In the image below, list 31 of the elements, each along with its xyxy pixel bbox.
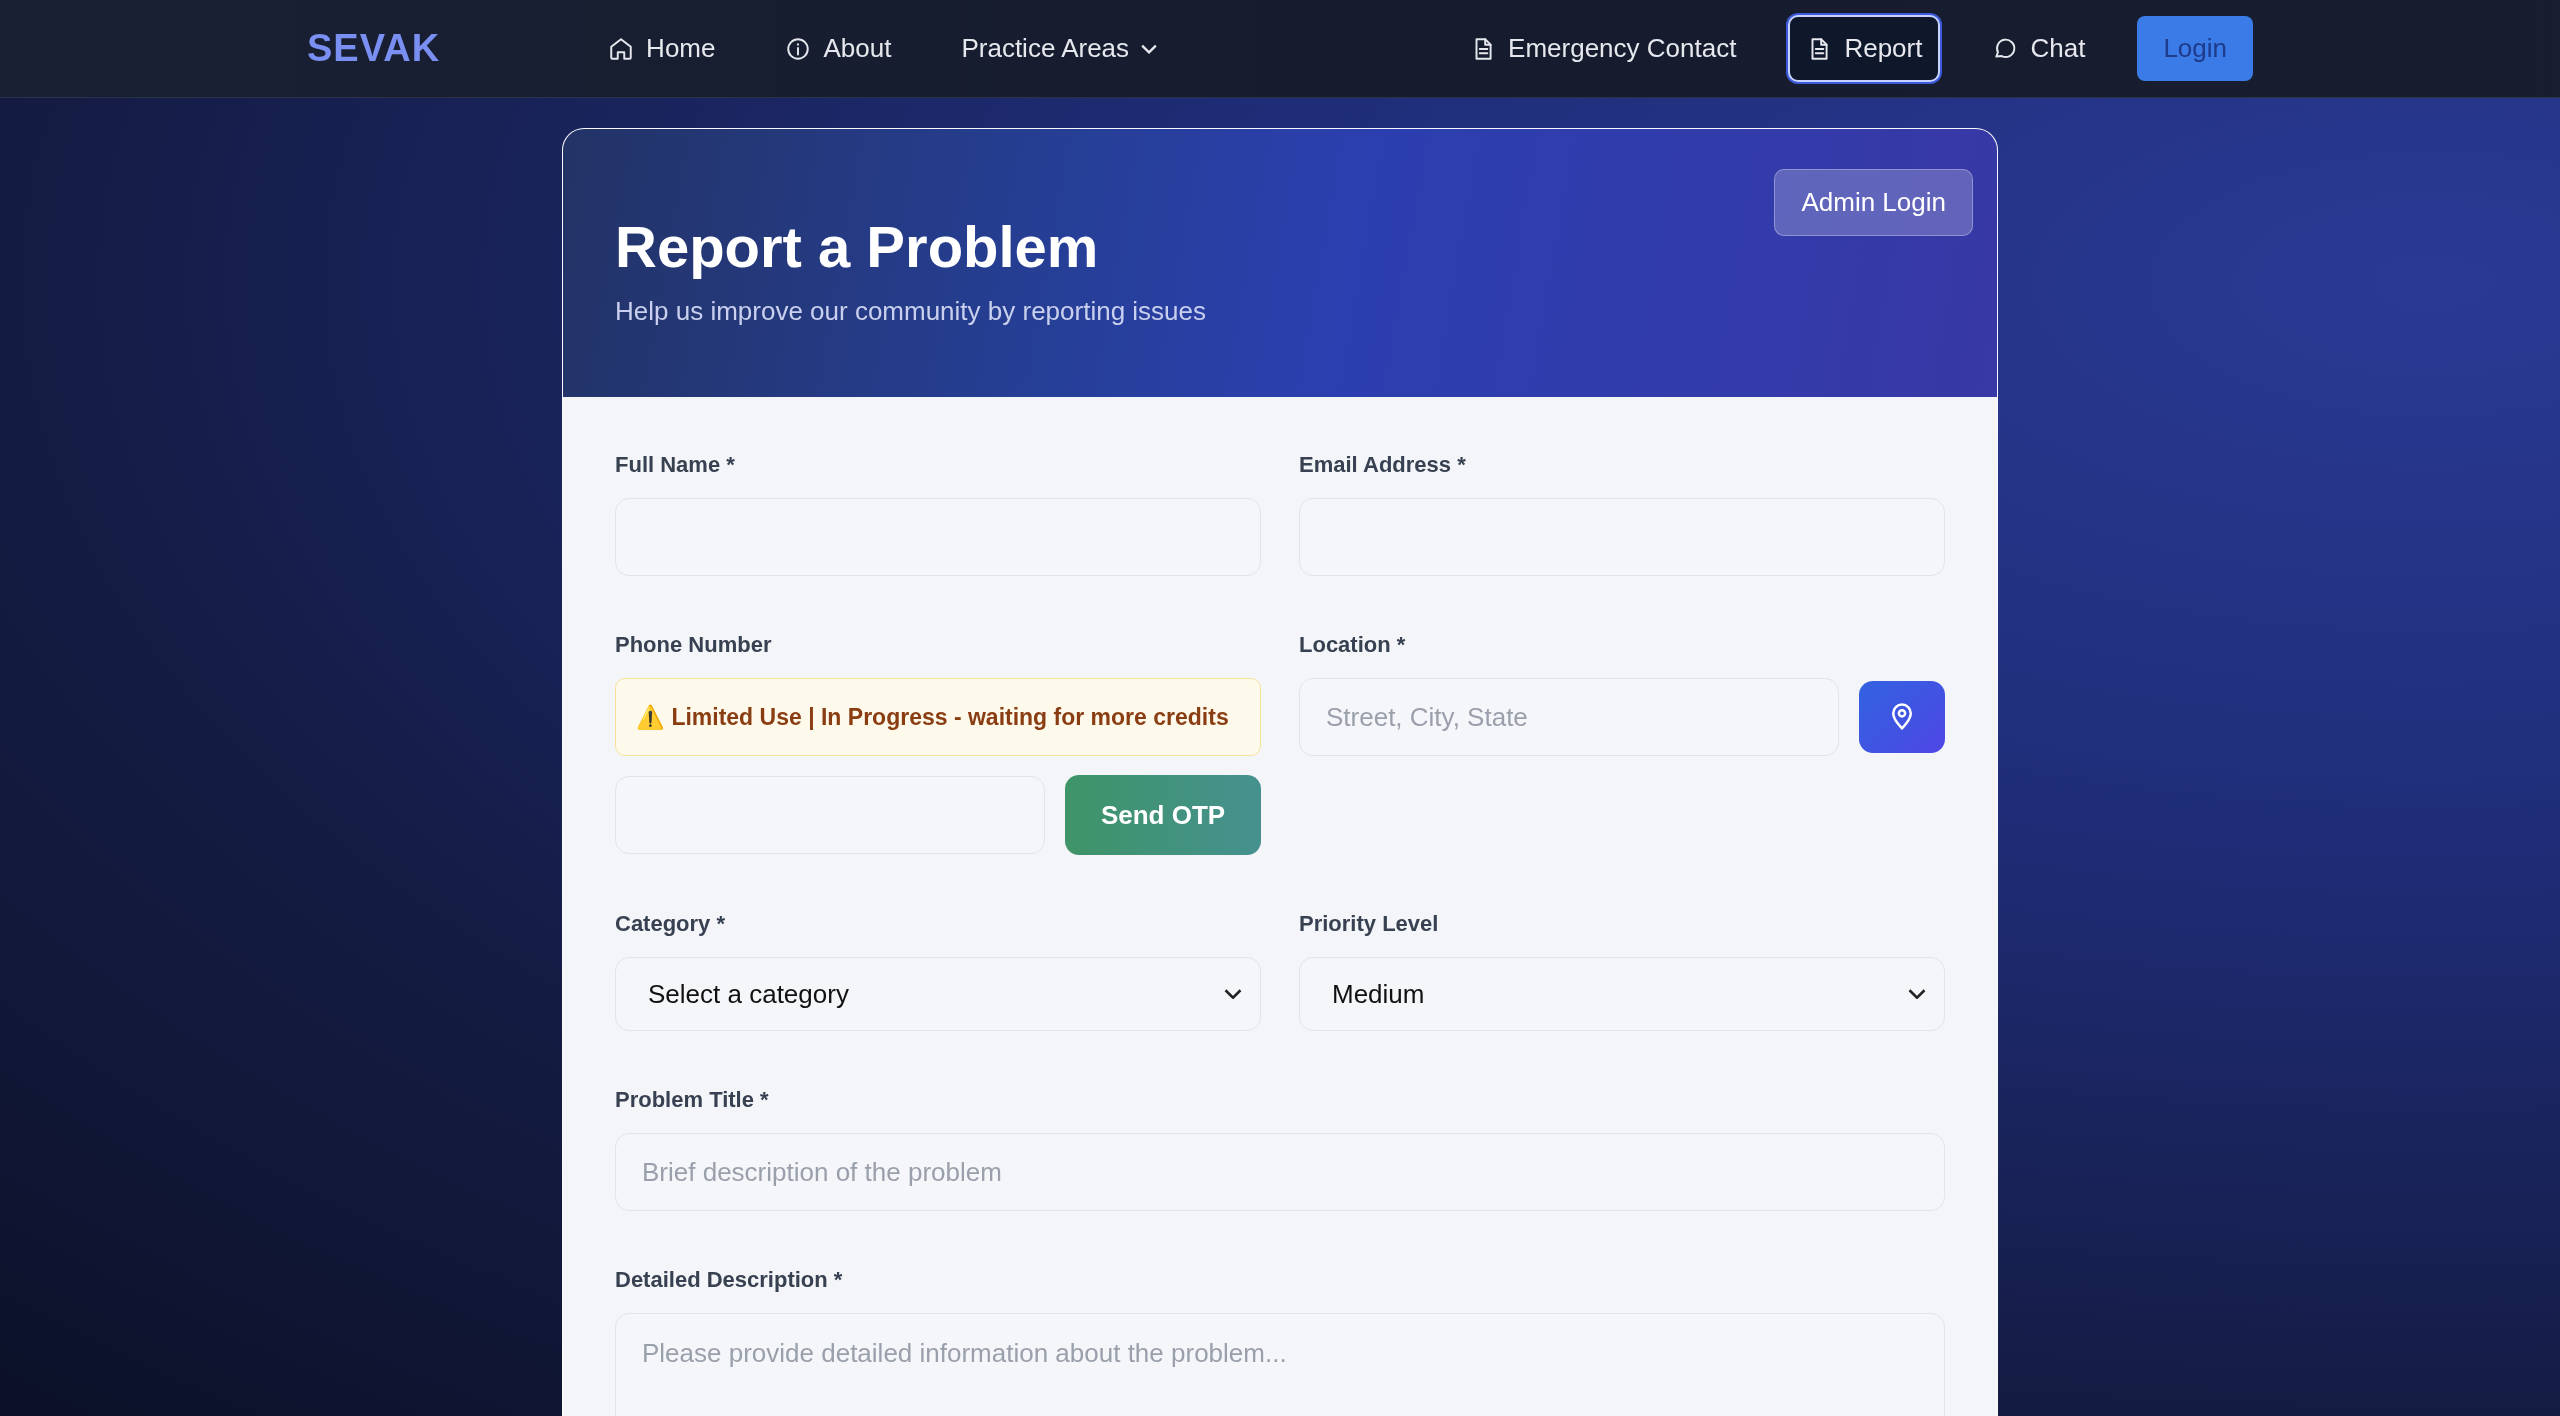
- nav-link[interactable]: Report: [1788, 15, 1941, 82]
- field-label: Detailed Description *: [615, 1267, 844, 1293]
- page-subtitle: Help us improve our community by reporting issues: [615, 296, 1208, 327]
- info-icon: [785, 35, 812, 62]
- input-field[interactable]: Brief description of the problem: [615, 1133, 1945, 1211]
- locate-button[interactable]: [1859, 681, 1945, 753]
- field-label: Problem Title *: [615, 1087, 770, 1113]
- location-field[interactable]: Street, City, State: [1299, 678, 1839, 756]
- chevron-down-icon: [1224, 989, 1242, 999]
- nav-link[interactable]: About: [767, 15, 910, 82]
- page-title: Report a Problem: [615, 213, 1100, 280]
- field-label: Full Name *: [615, 452, 736, 478]
- send-otp-button[interactable]: Send OTP: [1065, 775, 1261, 855]
- field-label: Email Address *: [1299, 452, 1467, 478]
- dropdown-field[interactable]: Medium: [1299, 957, 1945, 1031]
- home-icon: [608, 35, 635, 62]
- field-label: Phone Number: [615, 632, 773, 658]
- nav-link[interactable]: Emergency Contact: [1452, 15, 1755, 82]
- field-label: Category *: [615, 911, 727, 937]
- description-field[interactable]: Please provide detailed information about the problem...: [615, 1313, 1945, 1416]
- dropdown-field[interactable]: Select a category: [615, 957, 1261, 1031]
- field-label: Priority Level: [1299, 911, 1440, 937]
- nav-link[interactable]: Practice Areas: [943, 15, 1176, 82]
- admin-login-button[interactable]: Admin Login: [1774, 169, 1973, 236]
- nav-link[interactable]: Chat: [1974, 15, 2104, 82]
- warning-notice: ⚠ Limited Use | In Progress - waiting for more credits: [615, 678, 1261, 756]
- chevron-down-icon: [1908, 989, 1926, 999]
- nav-link[interactable]: Home: [590, 15, 734, 82]
- chevron-down-icon: [1141, 43, 1158, 54]
- field-label: Location *: [1299, 632, 1407, 658]
- logo[interactable]: SEVAK: [307, 27, 441, 70]
